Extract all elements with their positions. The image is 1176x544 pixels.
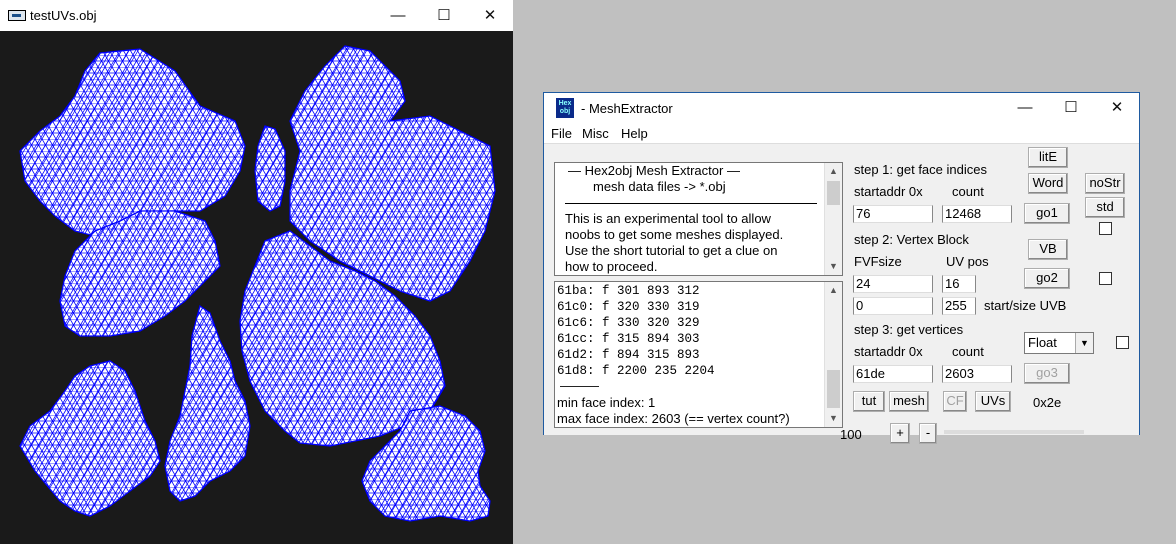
info-body-line: noobs to get some meshes displayed. [565, 227, 784, 242]
vb-button[interactable]: VB [1028, 239, 1068, 260]
zoom-value: 100 [840, 427, 862, 442]
step3-startaddr-label: startaddr 0x [854, 344, 923, 359]
mesh-extractor-titlebar[interactable]: Hex obj - MeshExtractor — ☐ ✕ [544, 93, 1139, 123]
word-button[interactable]: Word [1028, 173, 1068, 194]
step1-count-input[interactable]: 12468 [942, 205, 1012, 223]
step3-count-label: count [952, 344, 984, 359]
nostr-button[interactable]: noStr [1085, 173, 1125, 194]
step3-title: step 3: get vertices [854, 322, 964, 337]
step1-title: step 1: get face indices [854, 162, 987, 177]
menu-bar: File Misc Help [544, 123, 1139, 143]
window-app-icon [8, 10, 26, 21]
info-divider [565, 203, 817, 204]
step1-startaddr-label: startaddr 0x [854, 184, 923, 199]
scroll-down-icon[interactable]: ▼ [825, 410, 842, 427]
scroll-up-icon[interactable]: ▲ [825, 282, 842, 299]
tut-button[interactable]: tut [853, 391, 885, 412]
maximize-icon[interactable]: ☐ [1048, 93, 1094, 123]
log-scrollbar[interactable]: ▲ ▼ [824, 282, 842, 427]
close-icon[interactable]: ✕ [467, 0, 513, 31]
chevron-down-icon[interactable]: ▼ [1075, 333, 1093, 353]
log-line: 61cc: f 315 894 303 [557, 332, 700, 346]
step3-count-input[interactable]: 2603 [942, 365, 1012, 383]
log-min-index: min face index: 1 [557, 395, 656, 410]
scroll-up-icon[interactable]: ▲ [825, 163, 842, 180]
scroll-thumb[interactable] [827, 181, 840, 205]
log-line: 61c6: f 330 320 329 [557, 316, 700, 330]
step2-fvfsize-label: FVFsize [854, 254, 902, 269]
log-separator: ——— [560, 378, 599, 393]
uv-island-small-center [164, 304, 251, 502]
step2-fvfsize-input[interactable]: 24 [853, 275, 933, 293]
info-body-line: This is an experimental tool to allow [565, 211, 771, 226]
minimize-icon[interactable]: — [375, 0, 421, 31]
zoom-minus-button[interactable]: - [919, 423, 937, 444]
menu-file[interactable]: File [551, 126, 572, 141]
step2-title: step 2: Vertex Block [854, 232, 969, 247]
maximize-icon[interactable]: ☐ [421, 0, 467, 31]
go1-button[interactable]: go1 [1024, 203, 1070, 224]
minimize-icon[interactable]: — [1002, 93, 1048, 123]
step2-uvpos-input[interactable]: 16 [942, 275, 976, 293]
go3-button: go3 [1024, 363, 1070, 384]
mesh-button[interactable]: mesh [889, 391, 929, 412]
step1-count-label: count [952, 184, 984, 199]
uv-viewer-window: testUVs.obj — ☐ ✕ [0, 0, 513, 544]
uv-island-top-left [19, 48, 246, 237]
lite-button[interactable]: litE [1028, 147, 1068, 168]
step1-startaddr-input[interactable]: 76 [853, 205, 933, 223]
info-body-line: Use the short tutorial to get a clue on [565, 243, 778, 258]
step3-startaddr-input[interactable]: 61de [853, 365, 933, 383]
std-checkbox[interactable] [1099, 222, 1112, 235]
zoom-slider-track[interactable] [944, 430, 1084, 434]
info-body-line: how to proceed. [565, 259, 658, 274]
std-button[interactable]: std [1085, 197, 1125, 218]
log-line: 61d8: f 2200 235 2204 [557, 364, 715, 378]
hex2obj-app-icon: Hex obj [556, 98, 574, 118]
uv-mesh-canvas[interactable] [0, 31, 513, 544]
log-max-index: max face index: 2603 (== vertex count?) [557, 411, 790, 426]
client-area: — Hex2obj Mesh Extractor — mesh data fil… [544, 143, 1139, 444]
format-select-value: Float [1028, 335, 1057, 350]
uv-viewer-titlebar[interactable]: testUVs.obj — ☐ ✕ [0, 0, 513, 31]
info-heading: — Hex2obj Mesh Extractor — [568, 163, 740, 178]
step2-uvb-size-input[interactable]: 255 [942, 297, 976, 315]
uv-viewer-title: testUVs.obj [30, 8, 97, 23]
log-line: 61ba: f 301 893 312 [557, 284, 700, 298]
uvs-button[interactable]: UVs [975, 391, 1011, 412]
cf-button: CF [943, 391, 967, 412]
menu-misc[interactable]: Misc [582, 126, 609, 141]
info-scrollbar[interactable]: ▲ ▼ [824, 163, 842, 275]
hex-readout: 0x2e [1033, 395, 1062, 410]
log-textbox[interactable]: 61ba: f 301 893 312 61c0: f 320 330 319 … [554, 281, 843, 428]
zoom-plus-button[interactable]: + [890, 423, 910, 444]
step2-uvpos-label: UV pos [946, 254, 989, 269]
go2-button[interactable]: go2 [1024, 268, 1070, 289]
close-icon[interactable]: ✕ [1094, 93, 1140, 123]
step2-uvb-label: start/size UVB [984, 298, 1067, 313]
uv-island-bottom-left [19, 360, 161, 517]
mesh-extractor-title: - MeshExtractor [581, 101, 673, 116]
menu-help[interactable]: Help [621, 126, 648, 141]
format-checkbox[interactable] [1116, 336, 1129, 349]
go2-checkbox[interactable] [1099, 272, 1112, 285]
scroll-down-icon[interactable]: ▼ [825, 258, 842, 275]
log-line: 61d2: f 894 315 893 [557, 348, 700, 362]
format-select[interactable]: Float ▼ [1024, 332, 1094, 354]
info-textbox[interactable]: — Hex2obj Mesh Extractor — mesh data fil… [554, 162, 843, 276]
step2-uvb-start-input[interactable]: 0 [853, 297, 933, 315]
log-line: 61c0: f 320 330 319 [557, 300, 700, 314]
mesh-extractor-window: Hex obj - MeshExtractor — ☐ ✕ File Misc H… [543, 92, 1140, 444]
scroll-thumb[interactable] [827, 370, 840, 408]
info-subheading: mesh data files -> *.obj [593, 179, 726, 194]
